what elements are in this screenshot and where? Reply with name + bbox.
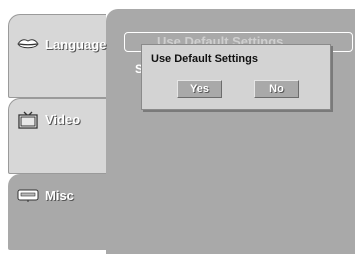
tv-icon: [17, 111, 39, 129]
sidebar-item-video[interactable]: Video: [8, 98, 106, 174]
tab-content: Language: [17, 36, 106, 52]
yes-button[interactable]: Yes: [177, 80, 222, 98]
confirm-dialog: Use Default Settings Yes No: [141, 44, 331, 110]
sidebar-item-language[interactable]: Language: [8, 14, 106, 98]
settings-screen: Language Video Misc Use Default Settings…: [0, 0, 355, 254]
lips-icon: [17, 36, 39, 52]
sidebar-item-label: Misc: [45, 187, 74, 203]
keyboard-icon: [17, 187, 39, 203]
tab-content: Misc: [17, 187, 74, 203]
sidebar-item-misc[interactable]: Misc: [8, 174, 106, 250]
sidebar-item-label: Video: [45, 111, 81, 127]
sidebar-item-label: Language: [45, 36, 107, 52]
tab-content: Video: [17, 111, 81, 129]
no-button[interactable]: No: [254, 80, 299, 98]
dialog-title: Use Default Settings: [151, 53, 258, 65]
